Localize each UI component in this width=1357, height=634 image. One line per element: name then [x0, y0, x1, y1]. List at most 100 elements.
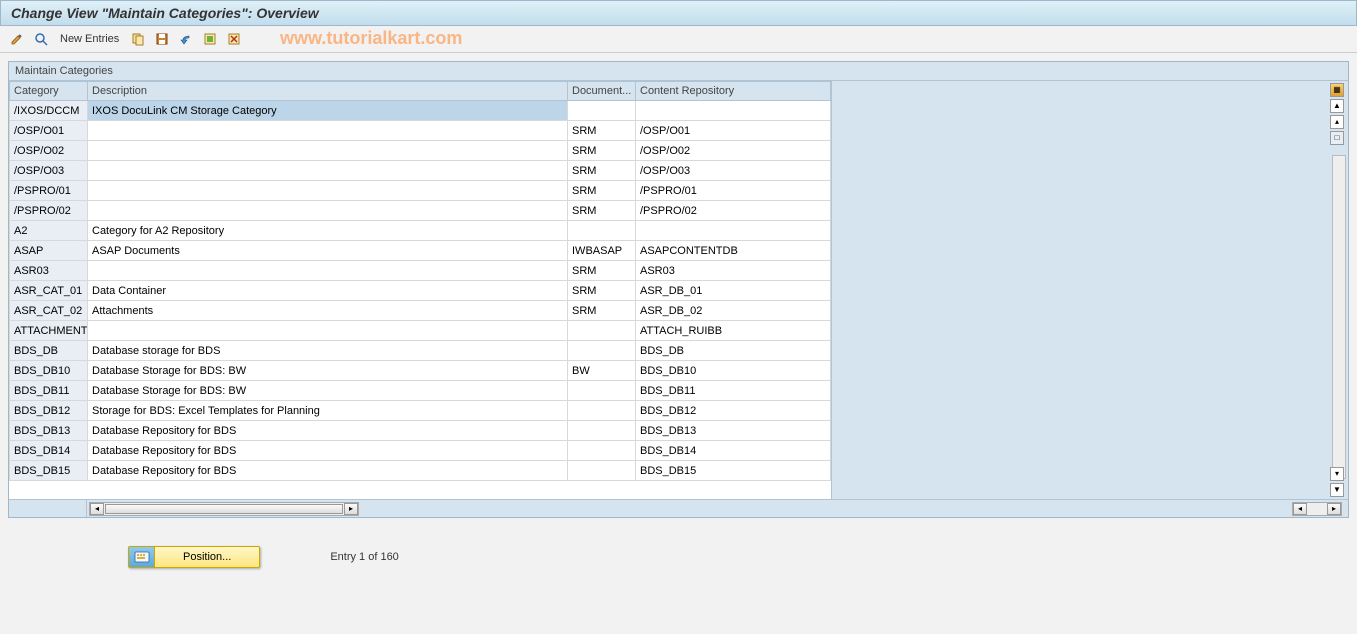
- horizontal-scrollbar-right[interactable]: ◂ ▸: [1292, 502, 1342, 516]
- cell-description[interactable]: Database storage for BDS: [88, 341, 568, 361]
- table-row[interactable]: BDS_DB11Database Storage for BDS: BWBDS_…: [10, 381, 831, 401]
- cell-repository[interactable]: /OSP/O02: [636, 141, 831, 161]
- cell-category[interactable]: ASAP: [10, 241, 88, 261]
- cell-description[interactable]: Database Storage for BDS: BW: [88, 361, 568, 381]
- cell-repository[interactable]: BDS_DB10: [636, 361, 831, 381]
- cell-repository[interactable]: ASAPCONTENTDB: [636, 241, 831, 261]
- cell-document[interactable]: [568, 221, 636, 241]
- cell-category[interactable]: /PSPRO/02: [10, 201, 88, 221]
- cell-document[interactable]: [568, 381, 636, 401]
- cell-document[interactable]: [568, 321, 636, 341]
- cell-description[interactable]: Database Repository for BDS: [88, 461, 568, 481]
- cell-repository[interactable]: [636, 101, 831, 121]
- cell-repository[interactable]: ASR_DB_01: [636, 281, 831, 301]
- cell-category[interactable]: ASR_CAT_02: [10, 301, 88, 321]
- cell-category[interactable]: BDS_DB14: [10, 441, 88, 461]
- copy-icon[interactable]: [129, 30, 147, 48]
- cell-document[interactable]: [568, 441, 636, 461]
- scroll-bottom-icon[interactable]: ▼: [1330, 483, 1344, 497]
- cell-repository[interactable]: ASR_DB_02: [636, 301, 831, 321]
- table-row[interactable]: BDS_DB14Database Repository for BDSBDS_D…: [10, 441, 831, 461]
- column-header-category[interactable]: Category: [10, 82, 88, 101]
- cell-category[interactable]: BDS_DB12: [10, 401, 88, 421]
- horizontal-scrollbar-left[interactable]: ◂ ▸: [89, 502, 359, 516]
- cell-repository[interactable]: BDS_DB11: [636, 381, 831, 401]
- cell-category[interactable]: ATTACHMENT: [10, 321, 88, 341]
- cell-description[interactable]: [88, 121, 568, 141]
- table-row[interactable]: ATTACHMENT ATTACH_RUIBB: [10, 321, 831, 341]
- table-settings-icon[interactable]: ▦: [1330, 83, 1344, 97]
- table-row[interactable]: A2Category for A2 Repository: [10, 221, 831, 241]
- cell-description[interactable]: Database Storage for BDS: BW: [88, 381, 568, 401]
- cell-description[interactable]: [88, 201, 568, 221]
- vertical-scrollbar[interactable]: [1332, 155, 1346, 479]
- save-icon[interactable]: [153, 30, 171, 48]
- table-row[interactable]: ASR03SRMASR03: [10, 261, 831, 281]
- cell-category[interactable]: /OSP/O01: [10, 121, 88, 141]
- cell-document[interactable]: IWBASAP: [568, 241, 636, 261]
- scroll-top-icon[interactable]: ▲: [1330, 99, 1344, 113]
- cell-repository[interactable]: BDS_DB14: [636, 441, 831, 461]
- cell-category[interactable]: BDS_DB10: [10, 361, 88, 381]
- cell-document[interactable]: SRM: [568, 261, 636, 281]
- cell-description[interactable]: Database Repository for BDS: [88, 441, 568, 461]
- find-icon[interactable]: [32, 30, 50, 48]
- cell-repository[interactable]: BDS_DB13: [636, 421, 831, 441]
- cell-description[interactable]: [88, 261, 568, 281]
- hscroll-right-arrow-icon[interactable]: ▸: [344, 503, 358, 515]
- cell-category[interactable]: BDS_DB11: [10, 381, 88, 401]
- cell-document[interactable]: SRM: [568, 301, 636, 321]
- hscroll-thumb[interactable]: [105, 504, 343, 514]
- table-row[interactable]: ASAPASAP DocumentsIWBASAPASAPCONTENTDB: [10, 241, 831, 261]
- cell-description[interactable]: IXOS DocuLink CM Storage Category: [88, 101, 568, 121]
- cell-document[interactable]: [568, 341, 636, 361]
- table-row[interactable]: BDS_DBDatabase storage for BDSBDS_DB: [10, 341, 831, 361]
- scroll-up-icon[interactable]: ▴: [1330, 115, 1344, 129]
- cell-document[interactable]: [568, 401, 636, 421]
- table-row[interactable]: /OSP/O03SRM/OSP/O03: [10, 161, 831, 181]
- cell-category[interactable]: /PSPRO/01: [10, 181, 88, 201]
- scroll-down-icon[interactable]: ▾: [1330, 467, 1344, 481]
- cell-category[interactable]: ASR03: [10, 261, 88, 281]
- column-header-description[interactable]: Description: [88, 82, 568, 101]
- table-row[interactable]: /IXOS/DCCMIXOS DocuLink CM Storage Categ…: [10, 101, 831, 121]
- cell-description[interactable]: [88, 181, 568, 201]
- cell-category[interactable]: ASR_CAT_01: [10, 281, 88, 301]
- cell-document[interactable]: [568, 461, 636, 481]
- cell-repository[interactable]: /PSPRO/01: [636, 181, 831, 201]
- cell-description[interactable]: Category for A2 Repository: [88, 221, 568, 241]
- cell-description[interactable]: [88, 321, 568, 341]
- cell-category[interactable]: /OSP/O02: [10, 141, 88, 161]
- cell-document[interactable]: BW: [568, 361, 636, 381]
- cell-repository[interactable]: /OSP/O03: [636, 161, 831, 181]
- cell-category[interactable]: A2: [10, 221, 88, 241]
- table-row[interactable]: /OSP/O02SRM/OSP/O02: [10, 141, 831, 161]
- cell-document[interactable]: SRM: [568, 181, 636, 201]
- table-row[interactable]: ASR_CAT_01Data ContainerSRMASR_DB_01: [10, 281, 831, 301]
- cell-category[interactable]: /OSP/O03: [10, 161, 88, 181]
- cell-category[interactable]: /IXOS/DCCM: [10, 101, 88, 121]
- cell-category[interactable]: BDS_DB15: [10, 461, 88, 481]
- cell-description[interactable]: Database Repository for BDS: [88, 421, 568, 441]
- cell-document[interactable]: SRM: [568, 121, 636, 141]
- table-row[interactable]: BDS_DB13Database Repository for BDSBDS_D…: [10, 421, 831, 441]
- cell-document[interactable]: SRM: [568, 161, 636, 181]
- select-all-icon[interactable]: [201, 30, 219, 48]
- cell-document[interactable]: SRM: [568, 281, 636, 301]
- cell-description[interactable]: [88, 141, 568, 161]
- cell-document[interactable]: [568, 101, 636, 121]
- cell-repository[interactable]: BDS_DB: [636, 341, 831, 361]
- cell-document[interactable]: [568, 421, 636, 441]
- undo-icon[interactable]: [177, 30, 195, 48]
- table-row[interactable]: BDS_DB15Database Repository for BDSBDS_D…: [10, 461, 831, 481]
- position-button[interactable]: Position...: [128, 546, 260, 568]
- cell-description[interactable]: Data Container: [88, 281, 568, 301]
- cell-repository[interactable]: /OSP/O01: [636, 121, 831, 141]
- cell-repository[interactable]: ATTACH_RUIBB: [636, 321, 831, 341]
- hscroll-left-arrow-icon[interactable]: ◂: [90, 503, 104, 515]
- table-row[interactable]: /PSPRO/01SRM/PSPRO/01: [10, 181, 831, 201]
- hscroll2-left-arrow-icon[interactable]: ◂: [1293, 503, 1307, 515]
- cell-description[interactable]: ASAP Documents: [88, 241, 568, 261]
- cell-description[interactable]: [88, 161, 568, 181]
- new-entries-button[interactable]: New Entries: [56, 31, 123, 47]
